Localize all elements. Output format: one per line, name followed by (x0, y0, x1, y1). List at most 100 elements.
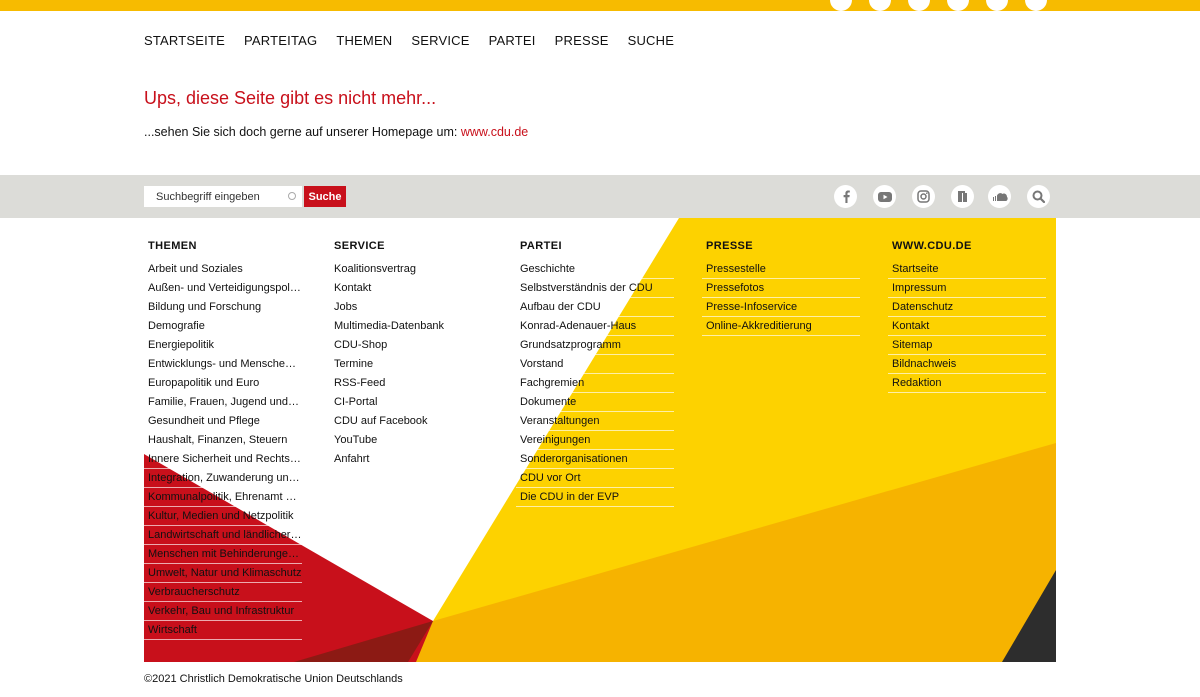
footer-link[interactable]: CDU auf Facebook (330, 412, 488, 431)
nav-themen[interactable]: THEMEN (336, 33, 392, 48)
footer-link[interactable]: Landwirtschaft und ländlicher R... (144, 526, 302, 545)
footer-link[interactable]: Kontakt (330, 279, 488, 298)
nav-suche[interactable]: SUCHE (628, 33, 675, 48)
footer-link[interactable]: Energiepolitik (144, 336, 302, 355)
nav-startseite[interactable]: STARTSEITE (144, 33, 225, 48)
footer-link[interactable]: RSS-Feed (330, 374, 488, 393)
footer-link[interactable]: Arbeit und Soziales (144, 260, 302, 279)
footer-link[interactable]: CI-Portal (330, 393, 488, 412)
top-circle-icon[interactable] (908, 0, 930, 11)
footer-link[interactable]: Integration, Zuwanderung und ... (144, 469, 302, 488)
footer-column-title: PRESSE (706, 240, 754, 252)
footer-link[interactable]: Konrad-Adenauer-Haus (516, 317, 674, 336)
search-input[interactable] (144, 186, 302, 207)
newsletter-icon[interactable] (951, 185, 974, 208)
footer-link[interactable]: Datenschutz (888, 298, 1046, 317)
footer-link[interactable]: Impressum (888, 279, 1046, 298)
footer-link[interactable]: Dokumente (516, 393, 674, 412)
footer-column-partei: PARTEI Geschichte Selbstverständnis der C… (516, 240, 674, 507)
footer-link[interactable]: Entwicklungs- und Menschenre... (144, 355, 302, 374)
error-text: ...sehen Sie sich doch gerne auf unserer… (144, 125, 528, 139)
youtube-icon[interactable] (873, 185, 896, 208)
error-title: Ups, diese Seite gibt es nicht mehr... (144, 88, 437, 108)
footer-link[interactable]: YouTube (330, 431, 488, 450)
nav-partei[interactable]: PARTEI (489, 33, 536, 48)
top-circle-icon[interactable] (830, 0, 852, 11)
footer-link[interactable]: Familie, Frauen, Jugend und Sen... (144, 393, 302, 412)
footer-column-presse: PRESSE Pressestelle Pressefotos Presse-Inf… (702, 240, 860, 336)
facebook-icon[interactable] (834, 185, 857, 208)
footer-link-list: Startseite Impressum Datenschutz Kontakt Sit… (888, 260, 1046, 393)
footer-link[interactable]: Redaktion (888, 374, 1046, 393)
search-bar: Suche (0, 175, 1200, 218)
footer-link[interactable]: Aufbau der CDU (516, 298, 674, 317)
homepage-link[interactable]: www.cdu.de (461, 125, 528, 139)
footer-link[interactable]: Online-Akkreditierung (702, 317, 860, 336)
footer-link[interactable]: Startseite (888, 260, 1046, 279)
top-circle-icon[interactable] (869, 0, 891, 11)
footer-link[interactable]: Die CDU in der EVP (516, 488, 674, 507)
main-navigation: STARTSEITE PARTEITAG THEMEN SERVICE PART… (144, 33, 674, 48)
footer-link[interactable]: Umwelt, Natur und Klimaschutz (144, 564, 302, 583)
footer-link[interactable]: Selbstverständnis der CDU (516, 279, 674, 298)
footer-link[interactable]: Innere Sicherheit und Rechtspol... (144, 450, 302, 469)
footer-column-title: PARTEI (520, 240, 562, 252)
footer-link[interactable]: Wirtschaft (144, 621, 302, 640)
footer-column-themen: THEMEN Arbeit und Soziales Außen- und Ver… (144, 240, 302, 640)
footer-link[interactable]: Jobs (330, 298, 488, 317)
footer-link[interactable]: Veranstaltungen (516, 412, 674, 431)
footer-link[interactable]: Geschichte (516, 260, 674, 279)
footer-column-title: WWW.CDU.DE (892, 240, 972, 252)
footer-link[interactable]: Außen- und Verteidigungspolitik (144, 279, 302, 298)
footer-link[interactable]: Kommunalpolitik, Ehrenamt un... (144, 488, 302, 507)
nav-parteitag[interactable]: PARTEITAG (244, 33, 317, 48)
footer-link[interactable]: Sonderorganisationen (516, 450, 674, 469)
footer-link[interactable]: Pressefotos (702, 279, 860, 298)
footer-column-service: SERVICE Koalitionsvertrag Kontakt Jobs Mult… (330, 240, 488, 469)
top-circle-icon[interactable] (1025, 0, 1047, 11)
top-circle-icon[interactable] (986, 0, 1008, 11)
footer-link-list: Geschichte Selbstverständnis der CDU Aufba… (516, 260, 674, 507)
footer-link-list: Arbeit und Soziales Außen- und Verteidigu… (144, 260, 302, 640)
footer-link[interactable]: Termine (330, 355, 488, 374)
footer-link[interactable]: Koalitionsvertrag (330, 260, 488, 279)
footer-link[interactable]: Vereinigungen (516, 431, 674, 450)
footer-link[interactable]: CDU vor Ort (516, 469, 674, 488)
search-icon[interactable] (1027, 185, 1050, 208)
footer-link[interactable]: Sitemap (888, 336, 1046, 355)
footer-link[interactable]: Vorstand (516, 355, 674, 374)
footer-link[interactable]: Presse-Infoservice (702, 298, 860, 317)
footer-column-title: THEMEN (148, 240, 197, 252)
footer-link-list: Koalitionsvertrag Kontakt Jobs Multimedia-D… (330, 260, 488, 469)
footer-link[interactable]: CDU-Shop (330, 336, 488, 355)
nav-service[interactable]: SERVICE (411, 33, 469, 48)
top-circle-icon[interactable] (947, 0, 969, 11)
top-social-icons (830, 0, 1047, 11)
footer-link[interactable]: Anfahrt (330, 450, 488, 469)
footer-link[interactable]: Kultur, Medien und Netzpolitik (144, 507, 302, 526)
footer-link[interactable]: Haushalt, Finanzen, Steuern (144, 431, 302, 450)
footer-link[interactable]: Menschen mit Behinderungen/I... (144, 545, 302, 564)
footer-link[interactable]: Fachgremien (516, 374, 674, 393)
footer-column-cdu-de: WWW.CDU.DE Startseite Impressum Datenschut… (888, 240, 1046, 393)
footer-sitemap: THEMEN Arbeit und Soziales Außen- und Ver… (144, 218, 1056, 662)
footer-link[interactable]: Kontakt (888, 317, 1046, 336)
search-button[interactable]: Suche (304, 186, 346, 207)
footer-link[interactable]: Grundsatzprogramm (516, 336, 674, 355)
footer-link[interactable]: Gesundheit und Pflege (144, 412, 302, 431)
footer-link[interactable]: Demografie (144, 317, 302, 336)
error-text-body: ...sehen Sie sich doch gerne auf unserer… (144, 125, 461, 139)
soundcloud-icon[interactable] (988, 185, 1011, 208)
footer-link[interactable]: Verkehr, Bau und Infrastruktur (144, 602, 302, 621)
footer-link[interactable]: Pressestelle (702, 260, 860, 279)
footer-link[interactable]: Bildnachweis (888, 355, 1046, 374)
nav-presse[interactable]: PRESSE (555, 33, 609, 48)
footer-link[interactable]: Bildung und Forschung (144, 298, 302, 317)
instagram-icon[interactable] (912, 185, 935, 208)
footer-link[interactable]: Europapolitik und Euro (144, 374, 302, 393)
footer-link[interactable]: Multimedia-Datenbank (330, 317, 488, 336)
footer-link[interactable]: Verbraucherschutz (144, 583, 302, 602)
search-input-clear-icon (288, 192, 296, 200)
footer-link-list: Pressestelle Pressefotos Presse-Infoservic… (702, 260, 860, 336)
footer-column-title: SERVICE (334, 240, 385, 252)
